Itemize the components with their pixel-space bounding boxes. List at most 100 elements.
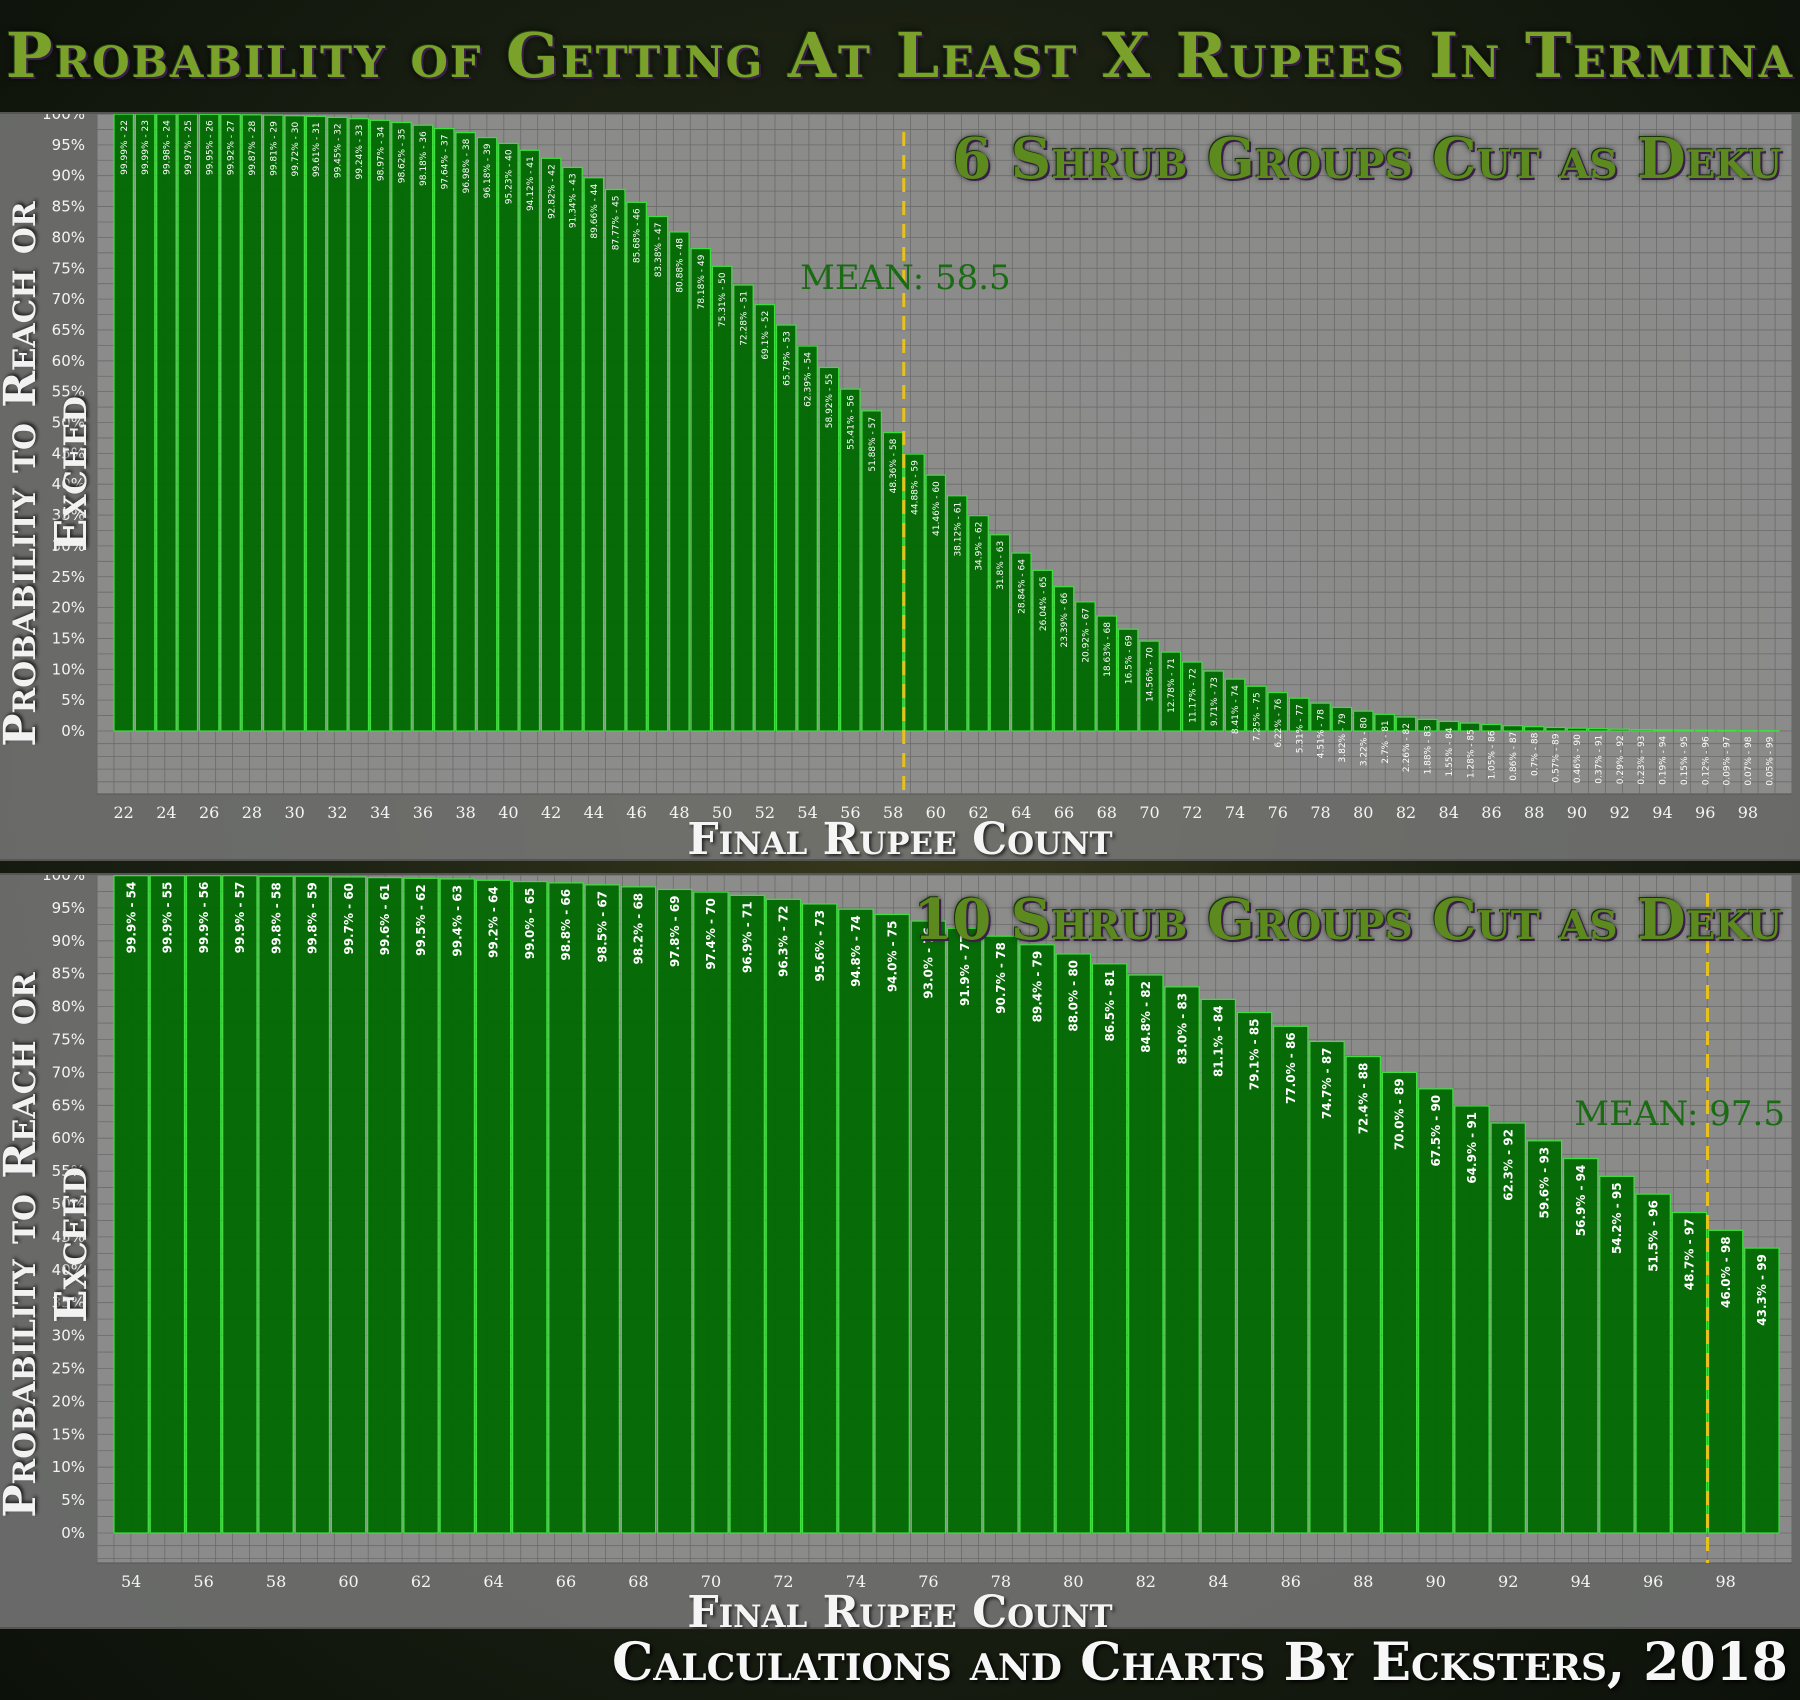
- bar-data-label: 99.0% - 65: [523, 888, 537, 960]
- bar-data-label: 44.88% - 59: [911, 460, 921, 515]
- bar-data-label: 0.05% - 99: [1765, 736, 1775, 785]
- bar-data-label: 99.61% - 31: [312, 122, 322, 177]
- y-tick-label: 15%: [52, 1425, 85, 1443]
- y-tick-label: 30%: [52, 1327, 85, 1345]
- bar-data-label: 0.7% - 88: [1530, 732, 1540, 776]
- bar-data-label: 1.55% - 84: [1445, 727, 1455, 776]
- bar: [656, 888, 693, 1534]
- bar-data-label: 67.5% - 90: [1429, 1095, 1443, 1167]
- bar-data-label: 28.84% - 64: [1017, 559, 1027, 614]
- bar: [620, 886, 657, 1534]
- y-tick-label: 25%: [52, 1360, 85, 1378]
- bar: [1588, 728, 1609, 732]
- bar: [475, 879, 512, 1534]
- bar: [1566, 727, 1588, 732]
- bar: [412, 124, 434, 732]
- bar: [583, 177, 605, 732]
- bar-data-label: 6.22% - 76: [1274, 698, 1284, 747]
- bar-data-label: 0.23% - 93: [1637, 736, 1647, 785]
- bar: [305, 115, 327, 732]
- bar: [113, 114, 134, 732]
- bar: [754, 304, 776, 732]
- bar-data-label: 98.97% - 34: [376, 126, 386, 181]
- y-tick-label: 80%: [52, 228, 85, 246]
- bar: [391, 121, 412, 732]
- bar: [403, 877, 439, 1534]
- bar: [455, 132, 476, 732]
- bar: [690, 248, 712, 732]
- bar: [330, 876, 367, 1534]
- bar-data-label: 99.2% - 64: [487, 886, 501, 958]
- y-tick-label: 70%: [52, 1063, 85, 1081]
- bar-data-label: 99.7% - 60: [342, 883, 356, 955]
- main-title: Probability of Getting At Least X Rupees…: [5, 18, 1795, 92]
- bar-data-label: 0.19% - 94: [1659, 736, 1669, 785]
- bar-data-label: 14.56% - 70: [1146, 647, 1156, 702]
- bar-data-label: 2.7% - 81: [1381, 720, 1391, 763]
- bar: [1630, 728, 1652, 732]
- y-tick-label: 5%: [61, 1491, 85, 1509]
- bar: [185, 875, 222, 1534]
- bar: [910, 920, 947, 1534]
- bar-data-label: 0.57% - 89: [1552, 733, 1562, 782]
- bar-data-label: 99.87% - 28: [248, 121, 258, 176]
- bar-data-label: 51.88% - 57: [868, 417, 878, 472]
- bar-data-label: 99.45% - 32: [334, 123, 344, 178]
- bar-data-label: 83.0% - 83: [1175, 993, 1189, 1065]
- y-tick-label: 5%: [61, 691, 85, 709]
- bar-data-label: 97.4% - 70: [704, 898, 718, 970]
- bar-data-label: 95.6% - 73: [813, 910, 827, 982]
- bar: [584, 884, 620, 1534]
- bar: [519, 149, 541, 732]
- bar-data-label: 80.88% - 48: [676, 238, 686, 293]
- bar-data-label: 31.8% - 63: [996, 541, 1006, 590]
- bar-data-label: 98.18% - 36: [419, 131, 429, 186]
- bar: [1545, 726, 1566, 732]
- bar-data-label: 2.26% - 82: [1402, 723, 1412, 772]
- bar-data-label: 0.37% - 91: [1594, 735, 1604, 784]
- bar-data-label: 99.6% - 61: [378, 884, 392, 956]
- bar-data-label: 78.18% - 49: [697, 254, 707, 309]
- bar: [548, 882, 584, 1534]
- bar-data-label: 99.95% - 26: [205, 120, 215, 175]
- bar-data-label: 46.0% - 98: [1719, 1236, 1733, 1308]
- mean-label: MEAN: 58.5: [800, 258, 1011, 298]
- y-tick-label: 60%: [52, 352, 85, 370]
- bar-data-label: 96.98% - 38: [462, 138, 472, 193]
- bar-data-label: 38.12% - 61: [953, 502, 963, 557]
- bar-data-label: 99.92% - 27: [227, 120, 237, 175]
- bar: [669, 231, 690, 732]
- bar-data-label: 99.8% - 58: [269, 882, 283, 954]
- bar: [1019, 944, 1055, 1534]
- bar-data-label: 98.5% - 67: [595, 891, 609, 963]
- bar-data-label: 81.1% - 84: [1211, 1005, 1225, 1077]
- bar-data-label: 3.22% - 80: [1359, 717, 1369, 766]
- y-tick-label: 70%: [52, 290, 85, 308]
- y-tick-label: 0%: [61, 722, 85, 740]
- bar: [134, 114, 156, 732]
- bar-data-label: 48.7% - 97: [1683, 1219, 1697, 1291]
- bar: [1523, 726, 1545, 732]
- y-tick-label: 10%: [52, 660, 85, 678]
- y-tick-label: 10%: [52, 1458, 85, 1476]
- bar-data-label: 99.8% - 59: [306, 882, 320, 954]
- bar-data-label: 99.72% - 30: [291, 121, 301, 176]
- bar-chart-10-shrubs: 0%5%10%15%20%25%30%35%40%45%50%55%60%65%…: [42, 875, 1793, 1591]
- bar-data-label: 99.24% - 33: [355, 125, 365, 180]
- bar-data-label: 34.9% - 62: [975, 522, 985, 571]
- bar-data-label: 99.9% - 55: [161, 882, 175, 954]
- credit-text: Calculations and Charts By Ecksters, 201…: [611, 1632, 1788, 1693]
- bar-data-label: 7.25% - 75: [1253, 692, 1263, 741]
- bar-data-label: 99.99% - 23: [141, 120, 151, 175]
- y-tick-label: 15%: [52, 629, 85, 647]
- bar-data-label: 85.68% - 46: [633, 208, 643, 263]
- y-tick-label: 100%: [42, 875, 85, 884]
- bar-data-label: 99.9% - 56: [197, 882, 211, 954]
- y-axis-label: Probability to Reach or Exceed: [0, 201, 97, 747]
- bar-data-label: 96.3% - 72: [777, 905, 791, 977]
- bar-chart-6-shrubs: 0%5%10%15%20%25%30%35%40%45%50%55%60%65%…: [42, 114, 1793, 822]
- bar: [765, 898, 802, 1534]
- bar-data-label: 55.41% - 56: [846, 395, 856, 450]
- bar: [284, 115, 305, 732]
- bar: [198, 114, 220, 732]
